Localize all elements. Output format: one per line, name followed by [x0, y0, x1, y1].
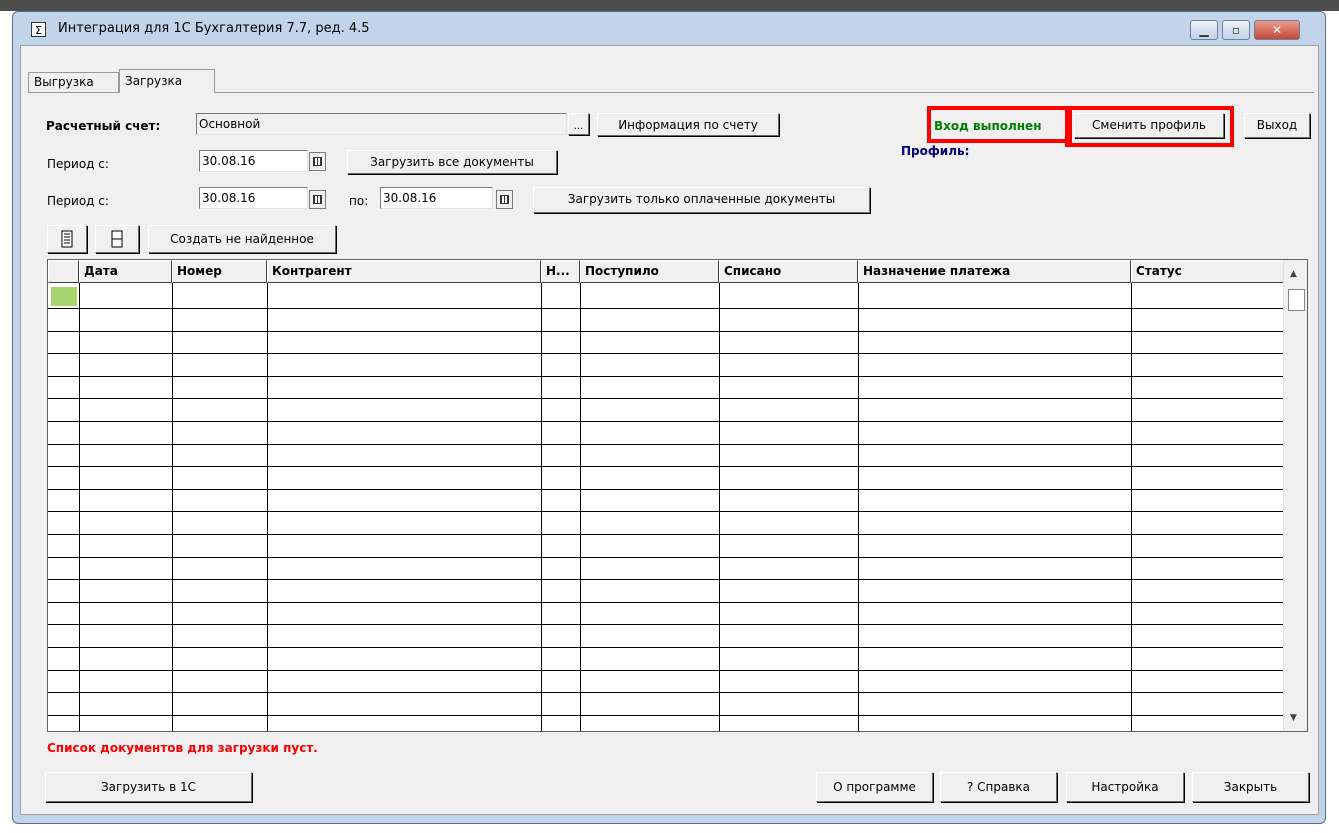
sigma-icon: Σ: [31, 22, 46, 37]
grid-column-line: [172, 283, 173, 731]
grid-row-line: [48, 670, 1284, 671]
checklist-icon[interactable]: [47, 225, 87, 253]
documents-table[interactable]: Дата Номер Контрагент Н... Поступило Спи…: [47, 259, 1308, 732]
period1-from-field[interactable]: 30.08.16: [199, 150, 308, 172]
period2-to-field[interactable]: 30.08.16: [380, 187, 493, 209]
login-status-highlight: [927, 106, 1072, 143]
close-button[interactable]: Закрыть: [1192, 772, 1309, 802]
grid-column-line: [858, 283, 859, 731]
grid-column-line: [1131, 283, 1132, 731]
grid-row-line: [48, 421, 1284, 422]
column-header-number[interactable]: Номер: [172, 260, 267, 283]
close-window-button[interactable]: ✕: [1254, 20, 1300, 40]
create-missing-button[interactable]: Создать не найденное: [148, 225, 336, 253]
grid-row-line: [48, 557, 1284, 558]
scroll-down-icon[interactable]: ▼: [1290, 713, 1297, 723]
about-button[interactable]: О программе: [816, 772, 933, 802]
grid-row-line: [48, 602, 1284, 603]
empty-list-message: Список документов для загрузки пуст.: [47, 741, 318, 755]
calendar-icon[interactable]: [309, 190, 326, 209]
column-header-purpose[interactable]: Назначение платежа: [858, 260, 1131, 283]
grid-row-line: [48, 511, 1284, 512]
grid-row-line: [48, 353, 1284, 354]
tab-divider: [28, 92, 1314, 93]
vertical-scrollbar[interactable]: ▲ ▼: [1283, 260, 1307, 731]
column-header-counterparty[interactable]: Контрагент: [267, 260, 541, 283]
grid-column-line: [719, 283, 720, 731]
account-field[interactable]: Основной: [196, 113, 567, 135]
row-marker: [51, 287, 77, 306]
period1-label: Период с:: [47, 157, 109, 171]
grid-row-line: [48, 376, 1284, 377]
desktop-top-strip: [0, 0, 1339, 11]
scroll-up-icon[interactable]: ▲: [1290, 269, 1297, 279]
settings-button[interactable]: Настройка: [1066, 772, 1184, 802]
column-header-check[interactable]: [48, 260, 79, 283]
help-button[interactable]: ? Справка: [940, 772, 1057, 802]
grid-row-line: [48, 444, 1284, 445]
minimize-button[interactable]: ▁: [1190, 20, 1218, 40]
calendar-icon[interactable]: [309, 152, 326, 171]
grid-column-line: [541, 283, 542, 731]
exit-button[interactable]: Выход: [1244, 113, 1310, 138]
scroll-thumb[interactable]: [1288, 289, 1305, 311]
change-profile-highlight: [1065, 106, 1234, 147]
load-paid-button[interactable]: Загрузить только оплаченные документы: [533, 187, 870, 213]
period2-to-label: по:: [349, 194, 369, 208]
account-info-button[interactable]: Информация по счету: [597, 113, 779, 136]
empty-list-icon[interactable]: [95, 225, 139, 253]
tab-import[interactable]: Загрузка: [119, 69, 215, 93]
tab-export[interactable]: Выгрузка: [28, 72, 119, 93]
grid-row-line: [48, 715, 1284, 716]
account-label: Расчетный счет:: [46, 119, 161, 133]
column-header-status[interactable]: Статус: [1131, 260, 1284, 283]
grid-row-line: [48, 534, 1284, 535]
grid-row-line: [48, 331, 1284, 332]
grid-row-line: [48, 647, 1284, 648]
grid-row-line: [48, 692, 1284, 693]
grid-row-line: [48, 466, 1284, 467]
column-header-received[interactable]: Поступило: [580, 260, 719, 283]
column-header-n[interactable]: Н...: [541, 260, 580, 283]
grid-column-line: [267, 283, 268, 731]
calendar-icon[interactable]: [496, 190, 513, 209]
grid-row-line: [48, 624, 1284, 625]
grid-row-line: [48, 398, 1284, 399]
load-into-1c-button[interactable]: Загрузить в 1С: [45, 772, 252, 802]
grid-row-line: [48, 579, 1284, 580]
grid-column-line: [580, 283, 581, 731]
column-header-date[interactable]: Дата: [79, 260, 172, 283]
window-title: Интеграция для 1С Бухгалтерия 7.7, ред. …: [58, 21, 370, 36]
load-all-button[interactable]: Загрузить все документы: [347, 150, 557, 174]
profile-label: Профиль:: [901, 144, 970, 158]
grid-column-line: [79, 283, 80, 731]
period2-from-field[interactable]: 30.08.16: [199, 187, 308, 209]
grid-row-line: [48, 308, 1284, 309]
column-header-debited[interactable]: Списано: [719, 260, 858, 283]
maximize-button[interactable]: ▫: [1222, 20, 1250, 40]
period2-label: Период с:: [47, 194, 109, 208]
grid-row-line: [48, 489, 1284, 490]
account-browse-button[interactable]: ...: [568, 113, 589, 135]
